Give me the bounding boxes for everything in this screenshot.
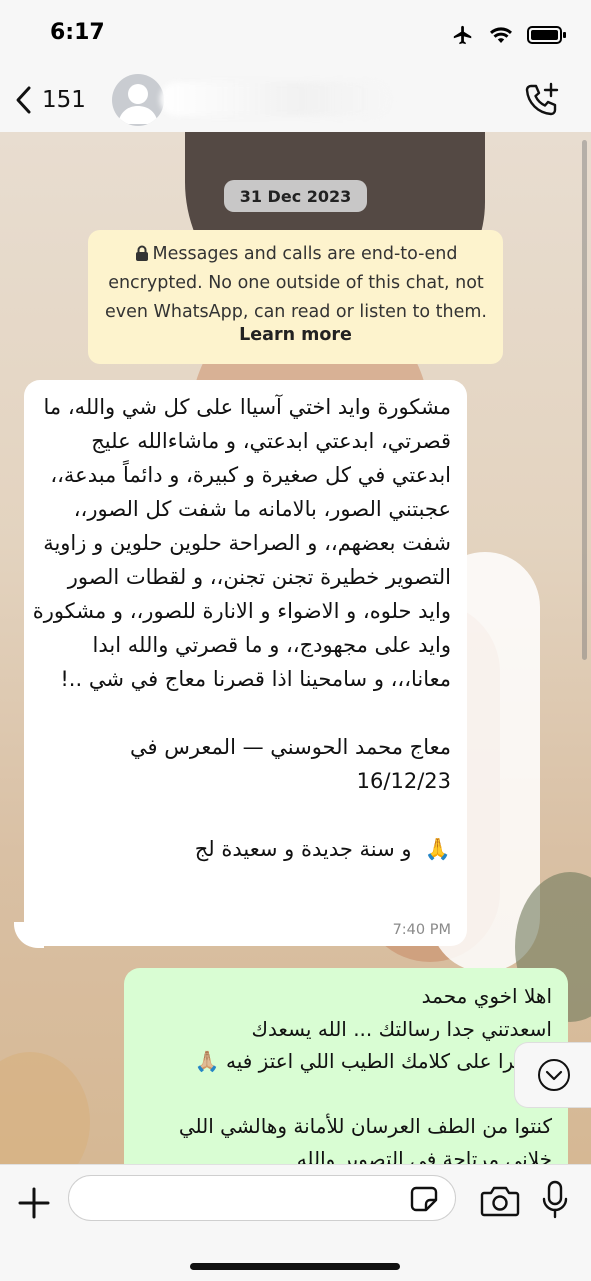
unread-count: 151: [42, 87, 86, 113]
wallpaper-shape: [0, 1052, 90, 1164]
scroll-to-bottom-button[interactable]: [514, 1042, 591, 1108]
encryption-notice[interactable]: Messages and calls are end-to-end encryp…: [88, 230, 503, 364]
learn-more-link[interactable]: Learn more: [88, 325, 503, 345]
add-call-button[interactable]: [521, 80, 561, 120]
wifi-icon: [490, 27, 512, 43]
incoming-message-bubble[interactable]: مشكورة وايد اختي آسياا على كل شي والله، …: [24, 380, 467, 946]
message-timestamp: 7:40 PM: [392, 922, 451, 938]
camera-button[interactable]: [480, 1183, 520, 1219]
battery-icon: [527, 26, 566, 44]
incoming-message-text: مشكورة وايد اختي آسياا على كل شي والله، …: [32, 395, 451, 861]
input-bar: [0, 1164, 591, 1281]
back-button[interactable]: 151: [14, 80, 86, 120]
date-separator: 31 Dec 2023: [224, 180, 367, 212]
chat-area[interactable]: 31 Dec 2023 Messages and calls are end-t…: [0, 132, 591, 1164]
sticker-button[interactable]: [410, 1185, 442, 1213]
encryption-text: Messages and calls are end-to-end encryp…: [105, 244, 487, 322]
chat-header: 151: [0, 70, 591, 133]
status-time: 6:17: [50, 20, 105, 45]
home-indicator: [190, 1263, 400, 1270]
plus-icon: [18, 1187, 50, 1219]
attach-button[interactable]: [14, 1183, 54, 1223]
voice-message-button[interactable]: [540, 1179, 570, 1221]
status-icons: [451, 24, 567, 46]
outgoing-message-text: اهلا اخوي محمد اسعدتني جدا رسالتك ... ال…: [178, 984, 552, 1164]
chevron-down-circle-icon: [537, 1059, 570, 1091]
avatar-icon: [118, 84, 158, 124]
lock-icon: [135, 245, 148, 261]
contact-name-redacted[interactable]: [160, 82, 390, 116]
encryption-text-block: Messages and calls are end-to-end encryp…: [102, 240, 490, 327]
phone-add-icon: [525, 82, 559, 116]
status-bar: 6:17: [0, 0, 591, 70]
sticker-icon: [410, 1186, 438, 1212]
outgoing-message-bubble[interactable]: اهلا اخوي محمد اسعدتني جدا رسالتك ... ال…: [124, 968, 568, 1164]
airplane-icon: [453, 25, 472, 45]
contact-avatar[interactable]: [112, 74, 164, 126]
message-input[interactable]: [68, 1175, 456, 1221]
microphone-icon: [542, 1180, 568, 1219]
scrollbar[interactable]: [582, 140, 587, 660]
chevron-left-icon: [16, 86, 31, 114]
camera-icon: [480, 1186, 520, 1217]
